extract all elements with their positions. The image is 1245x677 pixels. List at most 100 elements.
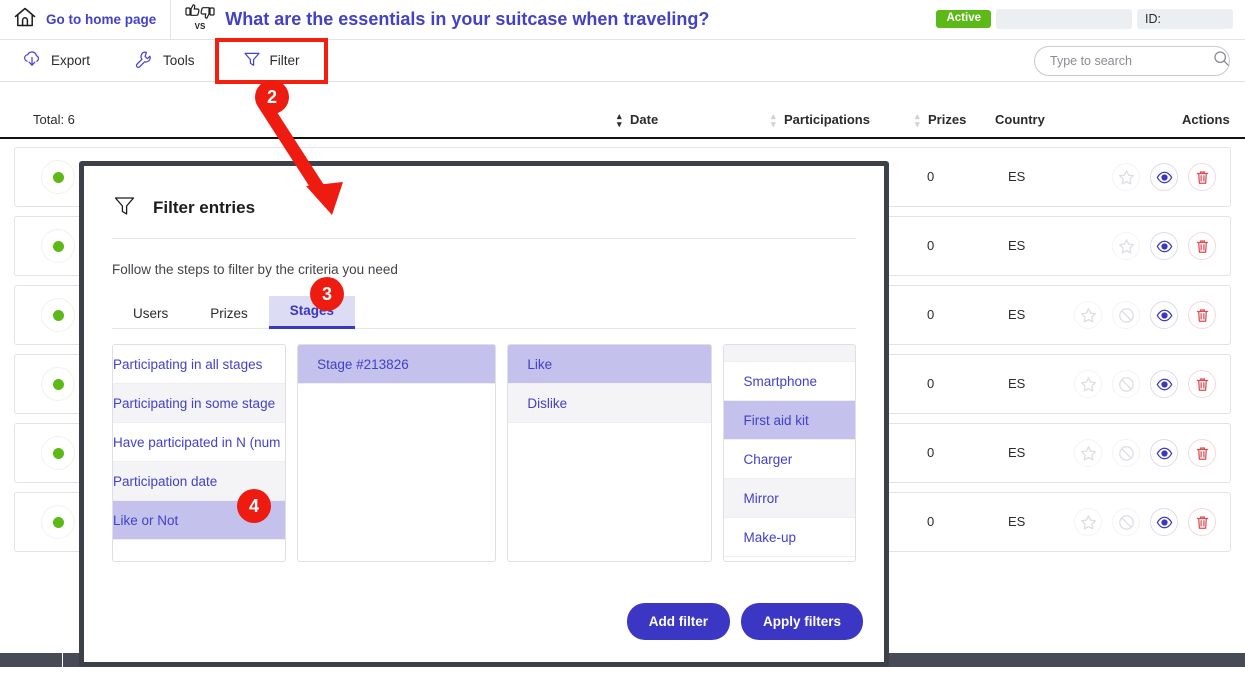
cell-prizes: 0 bbox=[927, 169, 935, 184]
ban-icon bbox=[1118, 445, 1134, 461]
eye-action-button[interactable] bbox=[1150, 163, 1178, 191]
filter-entries-modal: Filter entries Follow the steps to filte… bbox=[79, 161, 889, 667]
criteria-have-participated-in-n-num[interactable]: Have participated in N (num bbox=[113, 423, 286, 462]
star-icon bbox=[1080, 445, 1096, 460]
item-mirror[interactable]: Mirror bbox=[724, 479, 855, 518]
trash-action-button[interactable] bbox=[1188, 232, 1216, 260]
trash-action-button[interactable] bbox=[1188, 370, 1216, 398]
ban-action-button[interactable] bbox=[1112, 508, 1140, 536]
ban-action-button[interactable] bbox=[1112, 370, 1140, 398]
eye-action-button[interactable] bbox=[1150, 370, 1178, 398]
ban-action-button[interactable] bbox=[1112, 439, 1140, 467]
star-icon bbox=[1118, 238, 1134, 253]
star-action-button[interactable] bbox=[1074, 508, 1102, 536]
funnel-icon bbox=[243, 50, 261, 71]
export-cloud-icon bbox=[22, 50, 42, 71]
table-header: Total: 6 ▴ ▾ Date ▴ ▾ Participations ▴ ▾ Prize… bbox=[0, 104, 1245, 139]
cell-prizes: 0 bbox=[927, 238, 935, 253]
tab-users[interactable]: Users bbox=[112, 299, 189, 329]
eye-icon bbox=[1156, 516, 1172, 528]
top-bar-right: Active ID: bbox=[936, 9, 1233, 29]
row-actions bbox=[1112, 232, 1216, 260]
quiz-title-block: VS What are the essentials in your suitc… bbox=[171, 2, 709, 37]
export-button[interactable]: Export bbox=[0, 40, 112, 82]
cell-country: ES bbox=[1008, 238, 1026, 253]
item-charger[interactable]: Charger bbox=[724, 440, 855, 479]
column-header-prizes[interactable]: ▴ ▾ Prizes bbox=[915, 112, 966, 128]
trash-icon bbox=[1196, 515, 1208, 529]
cell-country: ES bbox=[1008, 376, 1026, 391]
trash-action-button[interactable] bbox=[1188, 439, 1216, 467]
status-dot-icon bbox=[52, 309, 64, 321]
top-placeholder-bar bbox=[996, 9, 1132, 29]
cell-country: ES bbox=[1008, 169, 1026, 184]
trash-icon bbox=[1196, 239, 1208, 253]
star-action-button[interactable] bbox=[1074, 301, 1102, 329]
eye-action-button[interactable] bbox=[1150, 232, 1178, 260]
tools-button[interactable]: Tools bbox=[112, 40, 217, 82]
eye-icon bbox=[1156, 240, 1172, 252]
svg-text:VS: VS bbox=[195, 22, 206, 31]
item-smartphone[interactable]: Smartphone bbox=[724, 362, 855, 401]
row-actions bbox=[1074, 301, 1216, 329]
eye-action-button[interactable] bbox=[1150, 439, 1178, 467]
ban-icon bbox=[1118, 307, 1134, 323]
trash-icon bbox=[1196, 377, 1208, 391]
star-action-button[interactable] bbox=[1074, 370, 1102, 398]
criteria-participating-in-some-stage[interactable]: Participating in some stage bbox=[113, 384, 286, 423]
go-to-home-page-link[interactable]: Go to home page bbox=[0, 0, 172, 40]
item-make-up[interactable]: Make-up bbox=[724, 518, 855, 557]
star-icon bbox=[1080, 514, 1096, 529]
search-input[interactable] bbox=[1048, 53, 1213, 69]
row-actions bbox=[1074, 370, 1216, 398]
row-actions bbox=[1074, 439, 1216, 467]
column-header-date[interactable]: ▴ ▾ Date bbox=[617, 112, 658, 128]
star-icon bbox=[1080, 307, 1096, 322]
status-badge: Active bbox=[936, 9, 991, 29]
stage-list[interactable]: Stage #213826 bbox=[297, 344, 497, 562]
status-indicator bbox=[41, 436, 75, 470]
stage-stage-213826[interactable]: Stage #213826 bbox=[298, 345, 496, 384]
criteria-list[interactable]: Participating in all stages Participating… bbox=[112, 344, 287, 562]
eye-action-button[interactable] bbox=[1150, 508, 1178, 536]
thumbs-vs-icon: VS bbox=[184, 2, 216, 37]
apply-filters-button[interactable]: Apply filters bbox=[740, 603, 863, 640]
filter-toolbar-button[interactable]: Filter bbox=[214, 37, 328, 84]
modal-footer-actions: Add filter Apply filters bbox=[626, 603, 863, 640]
search-box[interactable] bbox=[1034, 46, 1230, 76]
add-filter-button[interactable]: Add filter bbox=[626, 603, 730, 640]
row-actions bbox=[1112, 163, 1216, 191]
choice-dislike[interactable]: Dislike bbox=[508, 384, 712, 423]
sort-arrows-icon[interactable]: ▴ ▾ bbox=[771, 112, 780, 128]
eye-icon bbox=[1156, 309, 1172, 321]
choice-like[interactable]: Like bbox=[508, 345, 712, 384]
filter-label: Filter bbox=[269, 53, 300, 68]
item-first-aid-kit[interactable]: First aid kit bbox=[724, 401, 855, 440]
column-header-participations[interactable]: ▴ ▾ Participations bbox=[771, 112, 870, 128]
step-marker-4: 4 bbox=[237, 489, 271, 523]
status-indicator bbox=[41, 298, 75, 332]
tab-prizes[interactable]: Prizes bbox=[189, 299, 269, 329]
trash-action-button[interactable] bbox=[1188, 301, 1216, 329]
trash-action-button[interactable] bbox=[1188, 508, 1216, 536]
column-header-country: Country bbox=[995, 112, 1045, 127]
choice-list[interactable]: Like Dislike bbox=[507, 344, 713, 562]
sort-arrows-icon[interactable]: ▴ ▾ bbox=[617, 112, 626, 128]
eye-icon bbox=[1156, 447, 1172, 459]
tools-label: Tools bbox=[163, 53, 195, 68]
search-icon[interactable] bbox=[1213, 50, 1230, 72]
ban-action-button[interactable] bbox=[1112, 301, 1140, 329]
star-action-button[interactable] bbox=[1112, 163, 1140, 191]
trash-action-button[interactable] bbox=[1188, 163, 1216, 191]
sort-arrows-icon[interactable]: ▴ ▾ bbox=[915, 112, 924, 128]
cell-prizes: 0 bbox=[927, 307, 935, 322]
criteria-participating-in-all-stages[interactable]: Participating in all stages bbox=[113, 345, 286, 384]
star-icon bbox=[1118, 169, 1134, 184]
star-action-button[interactable] bbox=[1112, 232, 1140, 260]
star-action-button[interactable] bbox=[1074, 439, 1102, 467]
status-indicator bbox=[41, 505, 75, 539]
status-indicator bbox=[41, 229, 75, 263]
item-list[interactable]: Smartphone First aid kit Charger Mirror Make… bbox=[723, 344, 856, 562]
id-field: ID: bbox=[1137, 9, 1233, 29]
eye-action-button[interactable] bbox=[1150, 301, 1178, 329]
